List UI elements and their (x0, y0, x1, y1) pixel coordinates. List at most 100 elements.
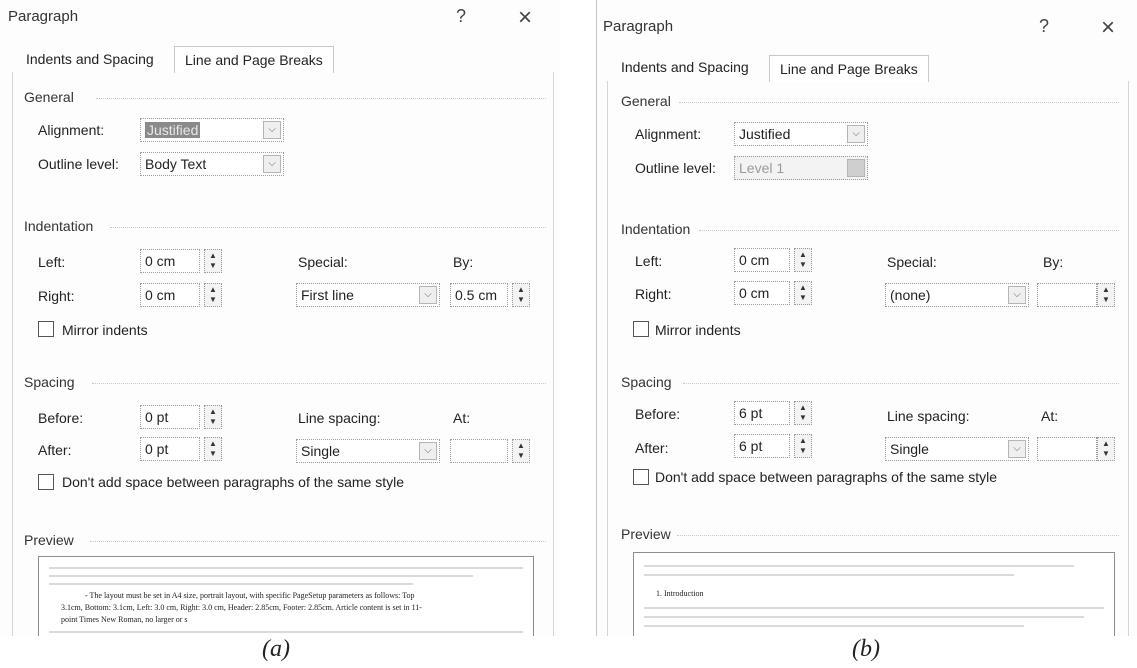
after-value: 6 pt (739, 438, 763, 454)
before-spinner[interactable]: ▲ ▼ (794, 401, 812, 425)
alignment-select[interactable]: Justified ⌵ (140, 118, 284, 142)
after-spinner[interactable]: ▲ ▼ (204, 437, 222, 461)
preview-pane: - The layout must be set in A4 size, por… (38, 556, 534, 636)
special-value: (none) (890, 287, 931, 303)
special-select[interactable]: (none) ⌵ (885, 283, 1029, 307)
mirror-indents-checkbox[interactable] (38, 321, 54, 337)
at-spinner[interactable]: ▲ ▼ (512, 439, 530, 463)
at-label: At: (1041, 408, 1059, 424)
dont-add-space-label: Don't add space between paragraphs of th… (655, 469, 997, 485)
alignment-select[interactable]: Justified ⌵ (734, 122, 868, 146)
by-spinner[interactable]: ▲ ▼ (512, 283, 530, 307)
dont-add-space-checkbox[interactable] (633, 469, 649, 485)
by-spinner[interactable]: ▲ ▼ (1097, 283, 1115, 307)
alignment-value: Justified (739, 126, 791, 142)
outline-level-value: Level 1 (739, 160, 785, 176)
dont-add-space-checkbox[interactable] (38, 474, 54, 490)
chevron-down-icon: ⌵ (847, 125, 865, 143)
dialog-title: Paragraph (603, 18, 674, 35)
tab-line-and-page-breaks[interactable]: Line and Page Breaks (174, 46, 334, 73)
help-icon[interactable]: ? (456, 6, 466, 27)
before-label: Before: (635, 406, 681, 422)
caption-a: (a) (262, 636, 290, 662)
dont-add-space-label: Don't add space between paragraphs of th… (62, 474, 404, 490)
indentation-group-label: Indentation (621, 221, 695, 237)
preview-text-line-1: 1. Introduction (656, 589, 704, 598)
line-spacing-select[interactable]: Single ⌵ (296, 439, 440, 463)
chevron-down-icon: ⌵ (263, 121, 281, 139)
at-label: At: (453, 410, 471, 426)
right-indent-input[interactable]: 0 cm (734, 281, 790, 305)
outline-level-label: Outline level: (38, 156, 119, 172)
tab-indents-and-spacing[interactable]: Indents and Spacing (611, 54, 759, 80)
right-indent-value: 0 cm (739, 285, 770, 301)
left-indent-spinner[interactable]: ▲ ▼ (794, 248, 812, 272)
right-indent-spinner[interactable]: ▲ ▼ (794, 281, 812, 305)
chevron-down-icon: ⌵ (1008, 440, 1026, 458)
alignment-label: Alignment: (38, 122, 105, 138)
right-indent-spinner[interactable]: ▲ ▼ (204, 283, 222, 307)
line-spacing-label: Line spacing: (887, 408, 970, 424)
special-value: First line (301, 287, 354, 303)
at-input[interactable] (450, 439, 508, 463)
outline-level-select[interactable]: Body Text ⌵ (140, 152, 284, 176)
outline-level-select[interactable]: Level 1 (734, 156, 868, 180)
right-indent-label: Right: (38, 288, 75, 304)
right-indent-value: 0 cm (145, 287, 176, 303)
preview-group-label: Preview (24, 532, 78, 548)
chevron-down-icon: ⌵ (419, 286, 437, 304)
paragraph-dialog-a: Paragraph ? × Indents and Spacing Line a… (0, 0, 560, 636)
by-input[interactable]: 0.5 cm (450, 283, 508, 307)
after-label: After: (38, 442, 72, 458)
special-select[interactable]: First line ⌵ (296, 283, 440, 307)
line-spacing-value: Single (890, 441, 929, 457)
tab-indents-and-spacing[interactable]: Indents and Spacing (16, 46, 164, 72)
preview-pane: 1. Introduction (633, 552, 1115, 636)
left-indent-value: 0 cm (739, 252, 770, 268)
chevron-down-icon: ⌵ (1008, 286, 1026, 304)
outline-level-value: Body Text (145, 156, 207, 172)
preview-text-line-2: 3.1cm, Bottom: 3.1cm, Left: 3.0 cm, Righ… (61, 603, 422, 612)
left-indent-spinner[interactable]: ▲ ▼ (204, 249, 222, 273)
right-indent-input[interactable]: 0 cm (140, 283, 200, 307)
at-spinner[interactable]: ▲ ▼ (1097, 437, 1115, 461)
mirror-indents-label: Mirror indents (655, 322, 741, 338)
spacing-group-label: Spacing (24, 374, 79, 390)
before-input[interactable]: 6 pt (734, 401, 790, 425)
left-indent-input[interactable]: 0 cm (140, 249, 200, 273)
after-value: 0 pt (145, 441, 169, 457)
after-input[interactable]: 6 pt (734, 434, 790, 458)
line-spacing-select[interactable]: Single ⌵ (885, 437, 1029, 461)
after-spinner[interactable]: ▲ ▼ (794, 434, 812, 458)
preview-text-line-1: - The layout must be set in A4 size, por… (85, 591, 415, 600)
after-input[interactable]: 0 pt (140, 437, 200, 461)
outline-level-label: Outline level: (635, 160, 716, 176)
left-indent-label: Left: (635, 253, 663, 269)
dialog-title: Paragraph (8, 8, 79, 25)
paragraph-dialog-b: Paragraph ? × Indents and Spacing Line a… (596, 0, 1137, 636)
line-spacing-value: Single (301, 443, 340, 459)
chevron-down-icon: ⌵ (419, 442, 437, 460)
mirror-indents-checkbox[interactable] (633, 321, 649, 337)
chevron-down-icon: ⌵ (263, 155, 281, 173)
tab-line-and-page-breaks[interactable]: Line and Page Breaks (769, 55, 929, 82)
special-label: Special: (887, 254, 937, 270)
close-icon[interactable]: × (518, 6, 532, 30)
right-indent-label: Right: (635, 286, 672, 302)
left-indent-input[interactable]: 0 cm (734, 248, 790, 272)
at-input[interactable] (1037, 437, 1097, 461)
left-indent-label: Left: (38, 254, 66, 270)
alignment-label: Alignment: (635, 126, 702, 142)
preview-text-line-3: point Times New Roman, no larger or s (61, 615, 188, 624)
by-value: 0.5 cm (455, 287, 498, 303)
by-input[interactable] (1037, 283, 1097, 307)
before-spinner[interactable]: ▲ ▼ (204, 405, 222, 429)
line-spacing-label: Line spacing: (298, 410, 381, 426)
close-icon[interactable]: × (1101, 16, 1115, 40)
chevron-down-icon (847, 159, 865, 177)
special-label: Special: (298, 254, 348, 270)
before-input[interactable]: 0 pt (140, 405, 200, 429)
general-group-label: General (621, 93, 675, 109)
mirror-indents-label: Mirror indents (62, 322, 148, 338)
help-icon[interactable]: ? (1039, 16, 1049, 37)
